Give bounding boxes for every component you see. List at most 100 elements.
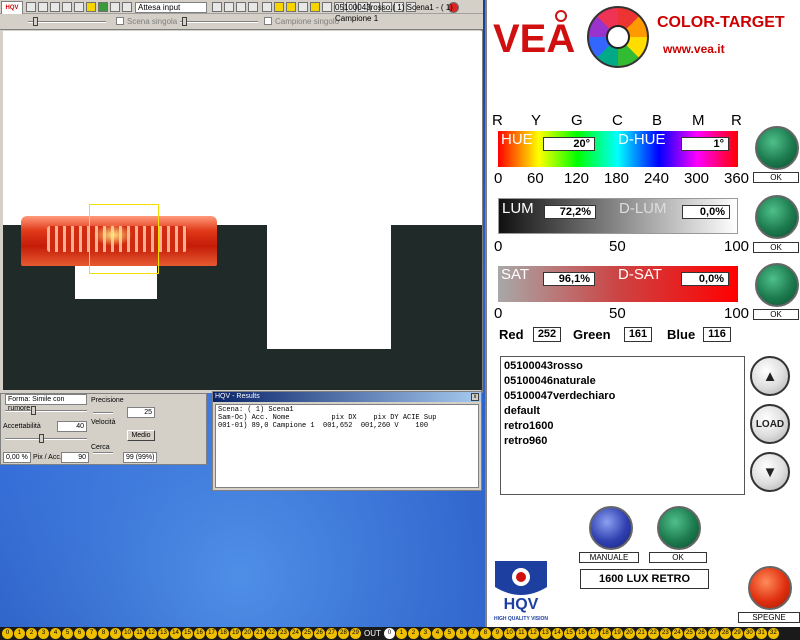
spegne-button[interactable] (748, 566, 792, 610)
d-sat-label: D-SAT (618, 266, 662, 283)
tool-button-6[interactable] (86, 2, 96, 12)
blue-value: 116 (703, 327, 731, 342)
input-indicator: 11 (134, 628, 145, 639)
input-state-field[interactable]: Attesa input (135, 2, 207, 13)
tool-button-8[interactable] (110, 2, 120, 12)
tool-button-5[interactable] (74, 2, 84, 12)
input-indicator: 10 (122, 628, 133, 639)
tool-button-15[interactable] (274, 2, 284, 12)
hqv-logo-text: HQV (504, 596, 539, 613)
hue-letter: R (731, 112, 742, 129)
pix-acc-value[interactable]: 90 (61, 452, 89, 463)
output-indicator: 16 (575, 628, 587, 639)
tool-button-10[interactable] (212, 2, 222, 12)
sat-ok-label: OK (753, 309, 799, 320)
manual-button[interactable] (589, 506, 633, 550)
input-indicator: 12 (146, 628, 157, 639)
tool-button-3[interactable] (50, 2, 60, 12)
load-label: LOAD (755, 418, 785, 430)
window-title: 05100043rosso.( 1) Scena1 - ( 1) Campion… (335, 3, 453, 23)
scene-slider-thumb[interactable] (33, 17, 38, 26)
tool-button-1[interactable] (26, 2, 36, 12)
load-button[interactable]: LOAD (750, 404, 790, 444)
input-indicator: 29 (350, 628, 361, 639)
speed-button[interactable]: Medio (127, 430, 155, 441)
tool-button-9[interactable] (122, 2, 132, 12)
program-item[interactable]: 05100046naturale (504, 374, 741, 389)
scroll-up-button[interactable]: ▲ (750, 356, 790, 396)
output-indicator: 6 (455, 628, 467, 639)
input-indicator: 4 (50, 628, 61, 639)
output-indicator: 3 (419, 628, 431, 639)
sample-slider[interactable] (180, 21, 258, 23)
sat-ok-button[interactable] (755, 263, 799, 307)
output-indicator: 28 (719, 628, 731, 639)
lum-ok-button[interactable] (755, 195, 799, 239)
hue-letter: B (652, 112, 663, 129)
input-indicator: 16 (194, 628, 205, 639)
input-indicator: 25 (302, 628, 313, 639)
program-item[interactable]: retro1600 (504, 419, 741, 434)
single-sample-checkbox[interactable] (264, 17, 272, 25)
tool-button-19[interactable] (322, 2, 332, 12)
tool-button-2[interactable] (38, 2, 48, 12)
sample-slider-thumb[interactable] (182, 17, 187, 26)
acceptability-slider-thumb[interactable] (39, 434, 44, 443)
ok-button[interactable] (657, 506, 701, 550)
program-item[interactable]: 05100043rosso (504, 359, 741, 374)
input-indicator: 3 (38, 628, 49, 639)
ok-label: OK (649, 552, 707, 563)
tool-button-16[interactable] (286, 2, 296, 12)
d-sat-value: 0,0% (681, 272, 729, 286)
tool-button-18[interactable] (310, 2, 320, 12)
tool-button-14[interactable] (262, 2, 272, 12)
shape-slider-thumb[interactable] (31, 406, 36, 415)
tool-button-12[interactable] (236, 2, 246, 12)
output-indicator: 27 (707, 628, 719, 639)
single-sample-label: Campione singolo (275, 17, 340, 26)
output-indicator: 7 (467, 628, 479, 639)
red-label: Red (499, 327, 524, 342)
hqv-tagline: HIGH QUALITY VISION (494, 616, 548, 622)
program-item[interactable]: retro960 (504, 434, 741, 449)
hue-label: HUE (501, 131, 533, 148)
hue-number: 120 (564, 170, 590, 187)
close-icon[interactable]: x (471, 393, 479, 401)
program-list[interactable]: 05100043rosso 05100046naturale 05100047v… (500, 356, 745, 495)
scroll-down-button[interactable]: ▼ (750, 452, 790, 492)
shape-select[interactable]: Forma: Simile con rumore (5, 394, 87, 412)
up-arrow-icon: ▲ (762, 367, 778, 385)
hue-ok-button[interactable] (755, 126, 799, 170)
tool-button-4[interactable] (62, 2, 72, 12)
camera-image[interactable] (3, 31, 482, 390)
tool-button-11[interactable] (224, 2, 234, 12)
lum-label: LUM (502, 200, 534, 217)
tool-button-13[interactable] (248, 2, 258, 12)
results-line: Sam-Oc) Acc. Nome pix DX pix DY ACIE Sup (218, 414, 437, 422)
shape-slider[interactable] (5, 410, 87, 412)
output-indicator: 24 (671, 628, 683, 639)
acceptability-slider[interactable] (5, 438, 87, 440)
single-scene-label: Scena singola (127, 17, 178, 26)
roi-rectangle[interactable] (89, 204, 159, 274)
tool-button-17[interactable] (298, 2, 308, 12)
tool-button-7[interactable] (98, 2, 108, 12)
program-item[interactable]: default (504, 404, 741, 419)
single-scene-checkbox[interactable] (116, 17, 124, 25)
program-item[interactable]: 05100047verdechiaro (504, 389, 741, 404)
hue-ok-label: OK (753, 172, 799, 183)
results-title: HQV - Results (213, 392, 481, 402)
precision-value[interactable]: 25 (127, 407, 155, 418)
input-indicator: 21 (254, 628, 265, 639)
input-indicator: 8 (98, 628, 109, 639)
search-slider[interactable] (93, 452, 113, 454)
output-indicator: 18 (599, 628, 611, 639)
input-indicator: 20 (242, 628, 253, 639)
output-indicator: 11 (515, 628, 527, 639)
output-indicator: 23 (659, 628, 671, 639)
pix-acc-label: Pix / Acc. (33, 454, 62, 461)
scene-slider[interactable] (28, 21, 106, 23)
output-indicator: 31 (755, 628, 767, 639)
acceptability-value[interactable]: 40 (57, 421, 87, 432)
precision-slider[interactable] (93, 412, 113, 414)
